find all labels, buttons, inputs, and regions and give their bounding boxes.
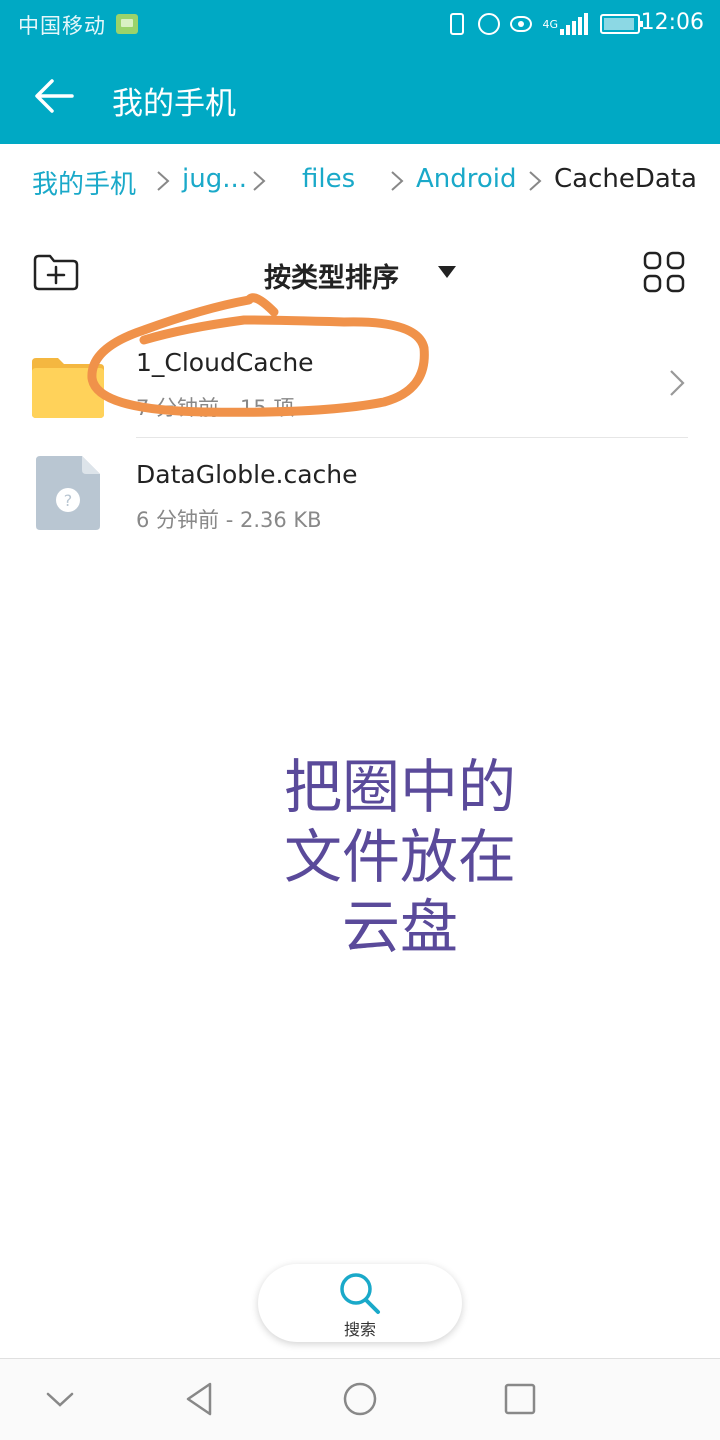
annotation-text: 把圈中的 文件放在 云盘 bbox=[220, 752, 580, 962]
new-folder-icon[interactable] bbox=[32, 252, 80, 292]
list-item-folder[interactable]: 1_CloudCache 7 分钟前 - 15 项 bbox=[0, 330, 720, 438]
sim-card-icon bbox=[116, 14, 138, 34]
svg-text:?: ? bbox=[64, 491, 73, 510]
breadcrumb: 我的手机 jug... files Android CacheData bbox=[0, 150, 720, 214]
chevron-right-icon bbox=[529, 171, 542, 191]
divider bbox=[136, 437, 688, 438]
file-name: 1_CloudCache bbox=[136, 348, 314, 377]
vibrate-icon bbox=[450, 13, 465, 35]
grid-view-icon[interactable] bbox=[642, 250, 686, 294]
battery-icon bbox=[600, 14, 643, 34]
page-title: 我的手机 bbox=[112, 86, 236, 122]
carrier-name: 中国移动 bbox=[18, 14, 106, 38]
breadcrumb-item-android[interactable]: Android bbox=[416, 164, 517, 194]
sort-by-type-button[interactable]: 按类型排序 bbox=[264, 256, 399, 295]
dropdown-arrow-icon[interactable] bbox=[438, 266, 456, 278]
file-name: DataGloble.cache bbox=[136, 460, 358, 489]
status-bar: 中国移动 4G 12:06 bbox=[0, 0, 720, 50]
clock: 12:06 bbox=[640, 10, 704, 35]
toolbar: 按类型排序 bbox=[0, 236, 720, 312]
file-meta: 6 分钟前 - 2.36 KB bbox=[136, 508, 322, 532]
chevron-right-icon bbox=[157, 171, 170, 191]
network-type: 4G bbox=[542, 17, 558, 31]
system-nav-bar bbox=[0, 1358, 720, 1440]
recent-apps-icon[interactable] bbox=[502, 1381, 538, 1417]
chevron-right-icon bbox=[391, 171, 404, 191]
chevron-right-icon bbox=[253, 171, 266, 191]
home-circle-icon[interactable] bbox=[342, 1381, 378, 1417]
breadcrumb-item-files[interactable]: files bbox=[302, 164, 355, 194]
back-arrow-icon[interactable] bbox=[32, 76, 76, 116]
app-header: 中国移动 4G 12:06 我的手机 bbox=[0, 0, 720, 144]
folder-icon bbox=[32, 358, 104, 418]
chevron-down-icon[interactable] bbox=[42, 1381, 78, 1417]
search-label: 搜索 bbox=[343, 1320, 376, 1339]
status-icons: 4G bbox=[446, 10, 643, 38]
signal-icon bbox=[560, 13, 590, 35]
unknown-file-icon: ? bbox=[36, 456, 100, 530]
file-meta: 7 分钟前 - 15 项 bbox=[136, 396, 295, 420]
list-item-file[interactable]: ? DataGloble.cache 6 分钟前 - 2.36 KB bbox=[0, 442, 720, 550]
breadcrumb-item-my-phone[interactable]: 我的手机 bbox=[32, 164, 136, 201]
title-bar: 我的手机 bbox=[0, 50, 720, 144]
breadcrumb-item-cachedata: CacheData bbox=[554, 164, 697, 194]
chevron-right-icon bbox=[670, 370, 685, 396]
eye-comfort-icon bbox=[510, 16, 533, 32]
search-icon bbox=[340, 1273, 380, 1314]
annotation-line: 文件放在 bbox=[283, 823, 516, 891]
alarm-icon bbox=[478, 13, 501, 35]
breadcrumb-item-jug[interactable]: jug... bbox=[182, 164, 247, 194]
search-button[interactable]: 搜索 bbox=[258, 1264, 462, 1342]
back-triangle-icon[interactable] bbox=[182, 1381, 218, 1417]
annotation-line: 云盘 bbox=[341, 893, 458, 961]
annotation-line: 把圈中的 bbox=[283, 753, 516, 821]
